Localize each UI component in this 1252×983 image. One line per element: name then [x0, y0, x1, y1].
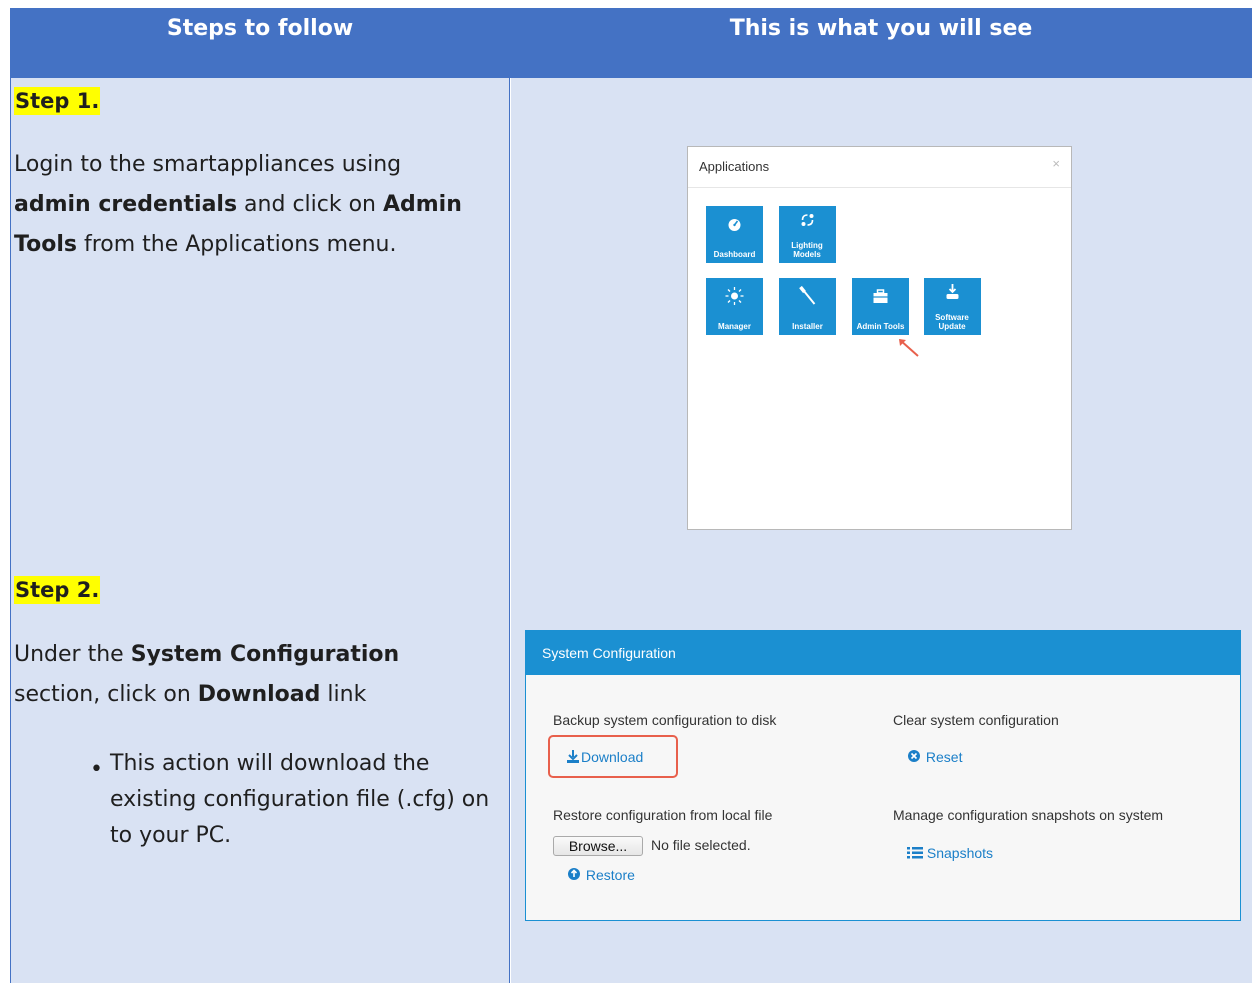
arrow-icon: [899, 339, 919, 357]
clear-label: Clear system configuration: [893, 712, 1059, 728]
reset-icon: [908, 750, 920, 762]
step-1-bold-1: admin credentials: [14, 192, 238, 217]
backup-label: Backup system configuration to disk: [553, 712, 777, 728]
tile-lighting-models[interactable]: Lighting Models: [779, 206, 836, 263]
step-2-bold-2: Download: [197, 682, 321, 707]
step-2-text-1: Under the: [14, 642, 131, 667]
download-icon: [567, 750, 579, 763]
step-2-bullet: This action will download the existing c…: [110, 751, 490, 848]
reset-label: Reset: [925, 749, 963, 765]
restore-link[interactable]: Restore: [567, 867, 635, 883]
tile-label: Admin Tools: [856, 322, 905, 331]
tile-label: Dashboard: [713, 250, 756, 259]
close-icon[interactable]: ×: [1052, 156, 1060, 171]
tile-dashboard[interactable]: Dashboard: [706, 206, 763, 263]
tile-label: Lighting Models: [791, 241, 823, 259]
gauge-icon: [728, 219, 741, 231]
step-2-text-3: link: [320, 682, 367, 707]
step-1-text: Login to the smartappliances using admin…: [14, 145, 484, 265]
sun-icon: [725, 287, 744, 305]
tile-label: Installer: [792, 322, 823, 331]
header-view: This is what you will see: [729, 16, 1033, 41]
download-label: Download: [581, 749, 644, 765]
tile-label: Software Update: [935, 313, 969, 331]
tile-software-update[interactable]: Software Update: [924, 278, 981, 335]
download-link[interactable]: Download: [565, 749, 643, 765]
list-icon: [907, 847, 923, 859]
step-1-bold-3: Tools: [14, 232, 77, 257]
step-2-label: Step 2.: [14, 576, 101, 604]
snapshots-label: Manage configuration snapshots on system: [893, 807, 1164, 823]
software-update-icon: [946, 284, 959, 299]
table-header: Steps to follow This is what you will se…: [10, 8, 1252, 78]
step-1-label: Step 1.: [14, 87, 101, 115]
step-1-text-2: and click on: [237, 192, 383, 217]
tile-admin-tools[interactable]: Admin Tools: [852, 278, 909, 335]
toolbox-icon: [873, 289, 888, 303]
header-steps: Steps to follow: [166, 16, 354, 41]
browse-button[interactable]: Browse...: [553, 836, 643, 856]
upload-icon: [568, 868, 580, 880]
restore-label: Restore configuration from local file: [553, 807, 773, 823]
step-1-text-1: Login to the smartappliances using: [14, 152, 402, 177]
step-1-text-3: from the Applications menu.: [76, 232, 397, 257]
step-2-bold-1: System Configuration: [130, 642, 400, 667]
applications-title: Applications: [699, 159, 770, 174]
tile-label: Manager: [718, 322, 751, 331]
file-status: No file selected.: [651, 837, 751, 853]
bullet-icon: •: [90, 757, 103, 782]
restore-link-label: Restore: [585, 867, 635, 883]
dialog-divider: [688, 187, 1071, 188]
tile-manager[interactable]: Manager: [706, 278, 763, 335]
panel-title: System Configuration: [526, 631, 1240, 675]
step-2-text: Under the System Configuration section, …: [14, 635, 484, 715]
screwdriver-icon: [799, 286, 816, 305]
snapshots-link[interactable]: Snapshots: [907, 845, 993, 861]
tile-installer[interactable]: Installer: [779, 278, 836, 335]
step-1-bold-2: Admin: [382, 192, 462, 217]
reset-link[interactable]: Reset: [907, 749, 962, 765]
snapshots-link-label: Snapshots: [926, 845, 994, 861]
applications-dialog: Applications × Dashboard Lighting Models…: [687, 146, 1072, 530]
lighting-models-icon: [801, 214, 814, 226]
step-2-text-2: section, click on: [14, 682, 198, 707]
